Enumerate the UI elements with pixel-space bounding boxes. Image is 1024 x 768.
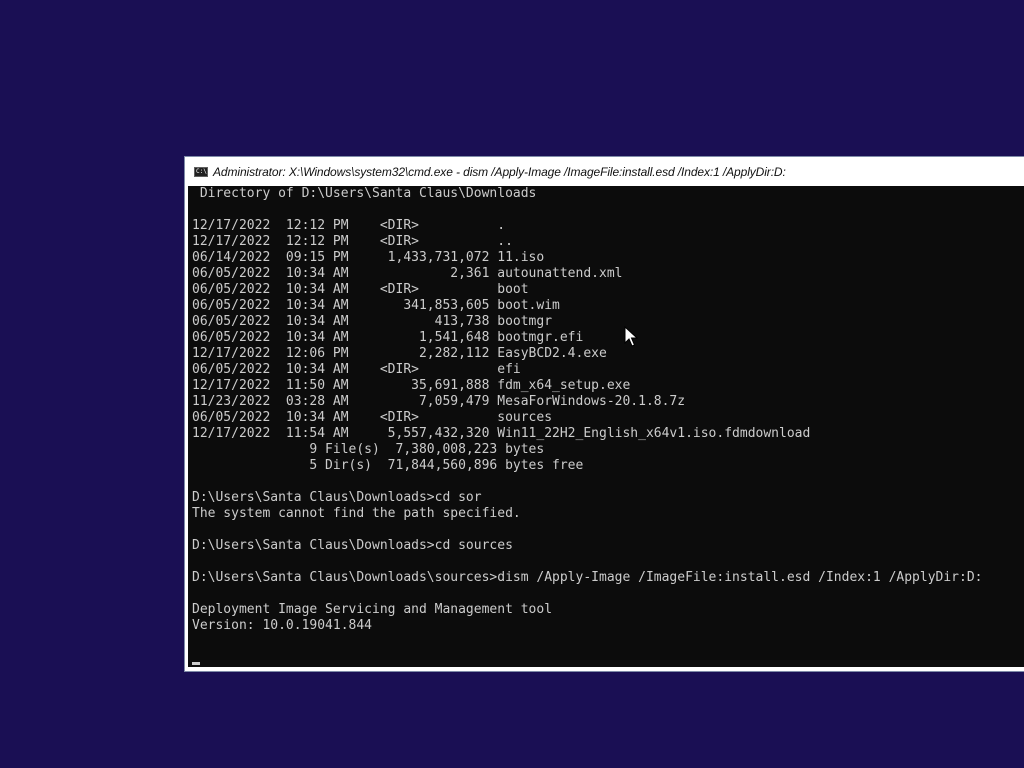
console-line: 06/05/2022 10:34 AM 413,738 bootmgr [192, 314, 553, 329]
cmd-icon: C:\ [194, 167, 208, 177]
console-line: The system cannot find the path specifie… [192, 506, 521, 521]
console-lines: Directory of D:\Users\Santa Claus\Downlo… [192, 186, 983, 634]
window-titlebar[interactable]: C:\ Administrator: X:\Windows\system32\c… [185, 157, 1024, 186]
console-line: 12/17/2022 12:12 PM <DIR> . [192, 218, 506, 233]
console-line: Directory of D:\Users\Santa Claus\Downlo… [192, 186, 537, 201]
console-line: 12/17/2022 12:12 PM <DIR> .. [192, 234, 513, 249]
console-line: Deployment Image Servicing and Managemen… [192, 602, 553, 617]
console-line: 06/05/2022 10:34 AM 1,541,648 bootmgr.ef… [192, 330, 584, 345]
window-title: Administrator: X:\Windows\system32\cmd.e… [213, 164, 786, 179]
console-line: 06/05/2022 10:34 AM <DIR> boot [192, 282, 529, 297]
console-line: 11/23/2022 03:28 AM 7,059,479 MesaForWin… [192, 394, 686, 409]
console-line: 06/05/2022 10:34 AM <DIR> sources [192, 410, 553, 425]
console-line: 12/17/2022 12:06 PM 2,282,112 EasyBCD2.4… [192, 346, 607, 361]
console-line: 12/17/2022 11:54 AM 5,557,432,320 Win11_… [192, 426, 811, 441]
console-line: 06/05/2022 10:34 AM 2,361 autounattend.x… [192, 266, 623, 281]
mouse-pointer-icon [624, 326, 638, 347]
console-line: D:\Users\Santa Claus\Downloads>cd source… [192, 538, 513, 553]
desktop-background: C:\ Administrator: X:\Windows\system32\c… [0, 0, 1024, 768]
console-line: 12/17/2022 11:50 AM 35,691,888 fdm_x64_s… [192, 378, 631, 393]
console-line: 06/05/2022 10:34 AM <DIR> efi [192, 362, 521, 377]
console-line: D:\Users\Santa Claus\Downloads>cd sor [192, 490, 482, 505]
console-line: 06/05/2022 10:34 AM 341,853,605 boot.wim [192, 298, 560, 313]
console-line: Version: 10.0.19041.844 [192, 618, 373, 633]
console-line: D:\Users\Santa Claus\Downloads\sources>d… [192, 570, 983, 585]
text-cursor [192, 662, 200, 665]
cmd-window[interactable]: C:\ Administrator: X:\Windows\system32\c… [184, 156, 1024, 672]
console-line: 5 Dir(s) 71,844,560,896 bytes free [192, 458, 584, 473]
console-output-area[interactable]: Directory of D:\Users\Santa Claus\Downlo… [188, 186, 1024, 667]
console-line: 9 File(s) 7,380,008,223 bytes [192, 442, 545, 457]
console-line: 06/14/2022 09:15 PM 1,433,731,072 11.iso [192, 250, 545, 265]
